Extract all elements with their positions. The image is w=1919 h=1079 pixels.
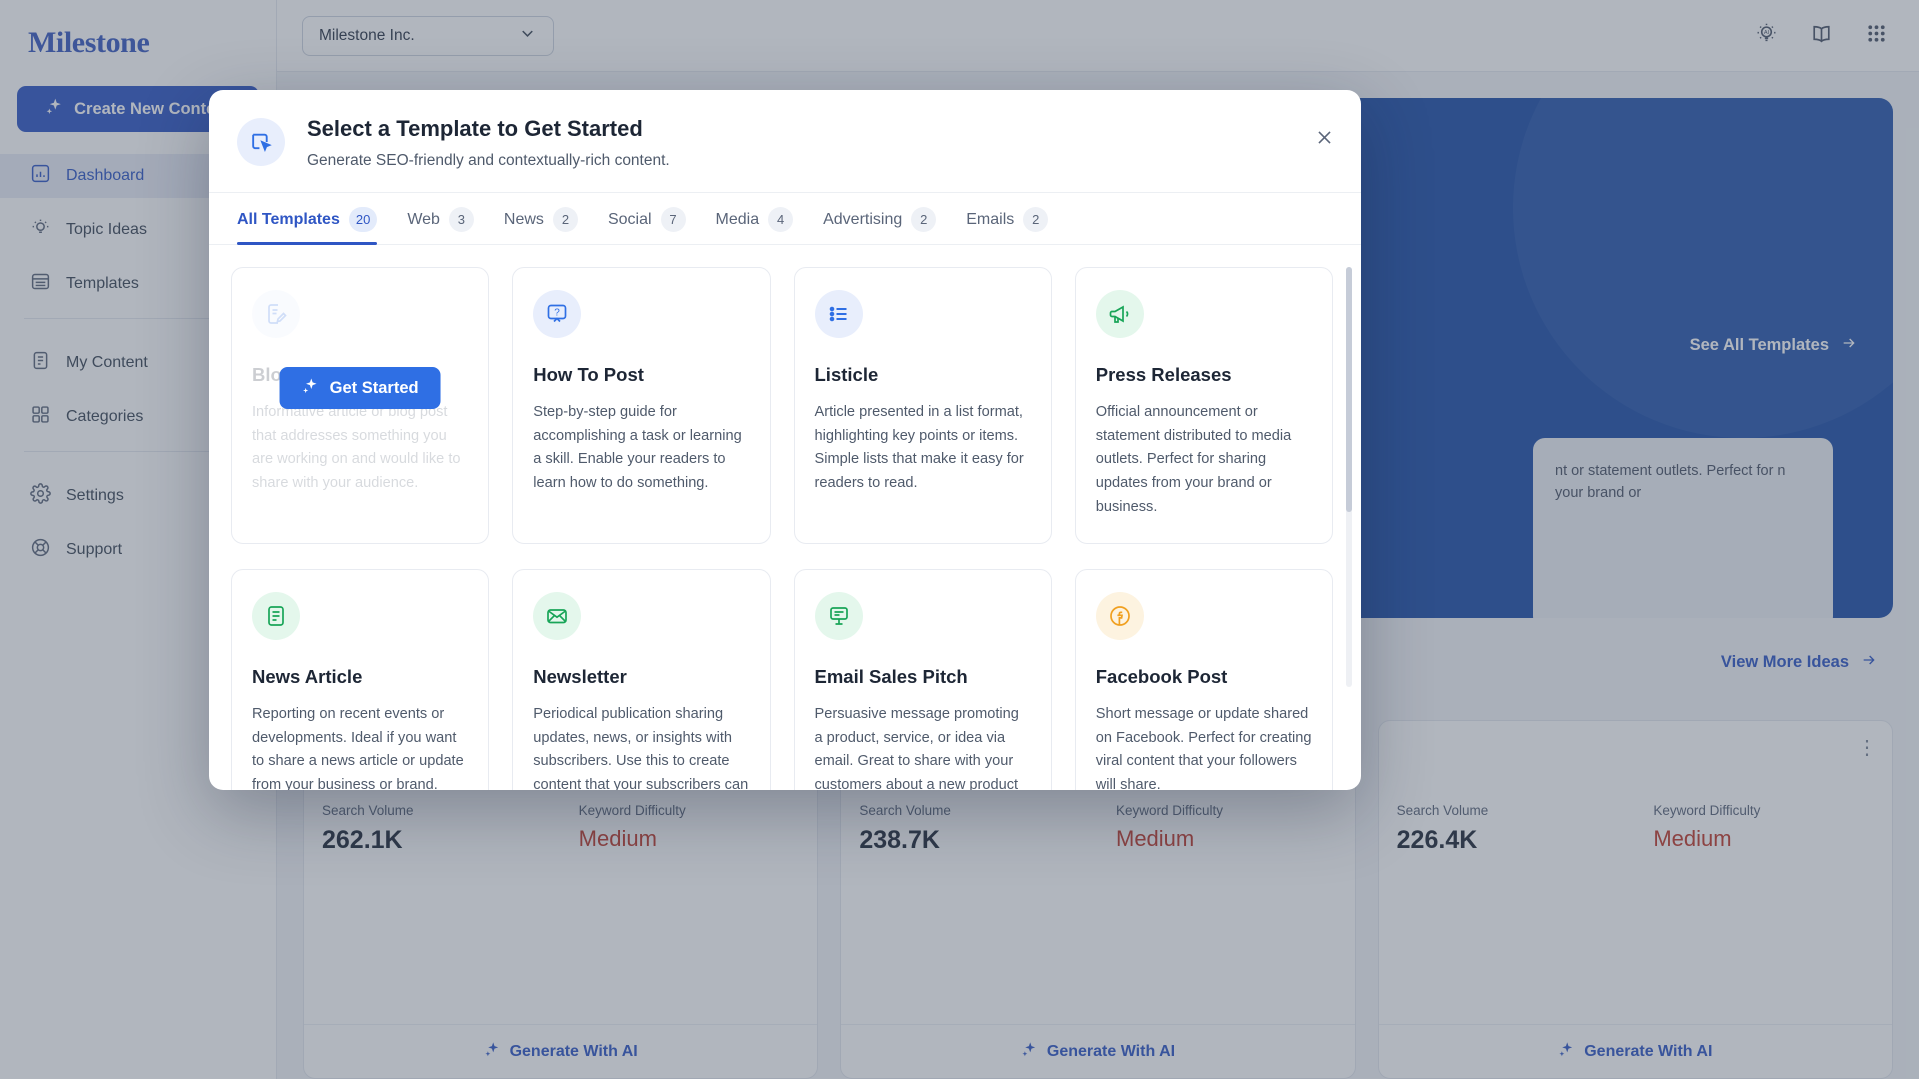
tab-label: Advertising — [823, 210, 903, 228]
template-title: Press Releases — [1095, 364, 1232, 385]
modal-subtitle: Generate SEO-friendly and contextually-r… — [307, 152, 670, 169]
tab-web[interactable]: Web 3 — [407, 207, 474, 244]
template-card-how-to-post[interactable]: ? How To Post Step-by-step guide for acc… — [512, 267, 771, 545]
tab-social[interactable]: Social 7 — [608, 207, 686, 244]
tab-label: Media — [715, 210, 760, 228]
template-description: Article presented in a list format, high… — [814, 404, 1024, 491]
tab-count-badge: 2 — [552, 207, 578, 232]
tab-count-badge: 20 — [348, 207, 378, 232]
template-title: News Article — [252, 666, 363, 688]
template-description: Persuasive message promoting a product, … — [814, 706, 1019, 790]
megaphone-icon — [1095, 290, 1144, 338]
tab-label: All Templates — [237, 210, 340, 228]
tab-count-badge: 4 — [768, 207, 794, 232]
template-title: Newsletter — [533, 666, 627, 688]
template-description: Reporting on recent events or developmen… — [252, 706, 464, 790]
template-card-press-releases[interactable]: Press Releases Official announcement or … — [1074, 267, 1333, 545]
template-description: Official announcement or statement distr… — [1095, 404, 1292, 515]
template-description: Step-by-step guide for accomplishing a t… — [533, 404, 742, 491]
document-edit-icon — [252, 290, 300, 338]
tab-count-badge: 7 — [660, 207, 686, 232]
tab-count-badge: 3 — [448, 207, 474, 232]
close-icon[interactable] — [1311, 124, 1337, 150]
svg-text:?: ? — [554, 308, 560, 319]
cursor-select-icon — [237, 118, 285, 166]
template-title: Facebook Post — [1095, 666, 1228, 688]
template-description: Periodical publication sharing updates, … — [533, 706, 749, 790]
tab-count-badge: 2 — [1023, 207, 1049, 232]
templates-grid: Blog Post Informative article or blog po… — [231, 267, 1333, 790]
envelope-icon — [533, 592, 582, 641]
tab-label: Emails — [966, 210, 1015, 228]
template-card-blog-post[interactable]: Blog Post Informative article or blog po… — [231, 267, 490, 545]
template-title: Listicle — [814, 364, 879, 385]
template-category-tabs: All Templates 20 Web 3 News 2 Social 7 M… — [209, 193, 1361, 245]
tab-label: Social — [607, 210, 652, 228]
question-bubble-icon: ? — [533, 290, 582, 338]
tab-label: News — [503, 210, 544, 228]
sparkle-icon — [302, 377, 320, 400]
news-document-icon — [252, 592, 300, 641]
template-card-news-article[interactable]: News Article Reporting on recent events … — [231, 569, 490, 790]
template-card-facebook-post[interactable]: Facebook Post Short message or update sh… — [1074, 569, 1333, 790]
modal-header: Select a Template to Get Started Generat… — [209, 90, 1361, 193]
facebook-icon — [1095, 592, 1144, 641]
template-title: How To Post — [533, 364, 644, 385]
get-started-label: Get Started — [329, 378, 419, 397]
modal-title: Select a Template to Get Started — [307, 116, 643, 141]
templates-scrollbar-track[interactable] — [1346, 267, 1352, 687]
templates-scrollbar-thumb[interactable] — [1346, 267, 1352, 512]
template-title: Email Sales Pitch — [814, 666, 968, 688]
tab-emails[interactable]: Emails 2 — [966, 207, 1049, 244]
select-template-modal: Select a Template to Get Started Generat… — [209, 90, 1361, 790]
get-started-button[interactable]: Get Started — [279, 367, 441, 409]
email-pitch-icon — [814, 592, 863, 641]
templates-scroll-area: Blog Post Informative article or blog po… — [209, 245, 1361, 790]
template-card-listicle[interactable]: Listicle Article presented in a list for… — [793, 267, 1052, 545]
template-description: Short message or update shared on Facebo… — [1095, 706, 1312, 790]
template-description: Informative article or blog post that ad… — [252, 404, 461, 491]
tab-news[interactable]: News 2 — [504, 207, 578, 244]
bullet-list-icon — [814, 290, 863, 338]
template-card-email-sales-pitch[interactable]: Email Sales Pitch Persuasive message pro… — [793, 569, 1052, 790]
tab-label: Web — [407, 210, 440, 228]
tab-all-templates[interactable]: All Templates 20 — [237, 207, 378, 245]
tab-count-badge: 2 — [911, 207, 937, 232]
tab-advertising[interactable]: Advertising 2 — [823, 207, 937, 244]
template-card-newsletter[interactable]: Newsletter Periodical publication sharin… — [512, 569, 771, 790]
tab-media[interactable]: Media 4 — [716, 207, 794, 244]
